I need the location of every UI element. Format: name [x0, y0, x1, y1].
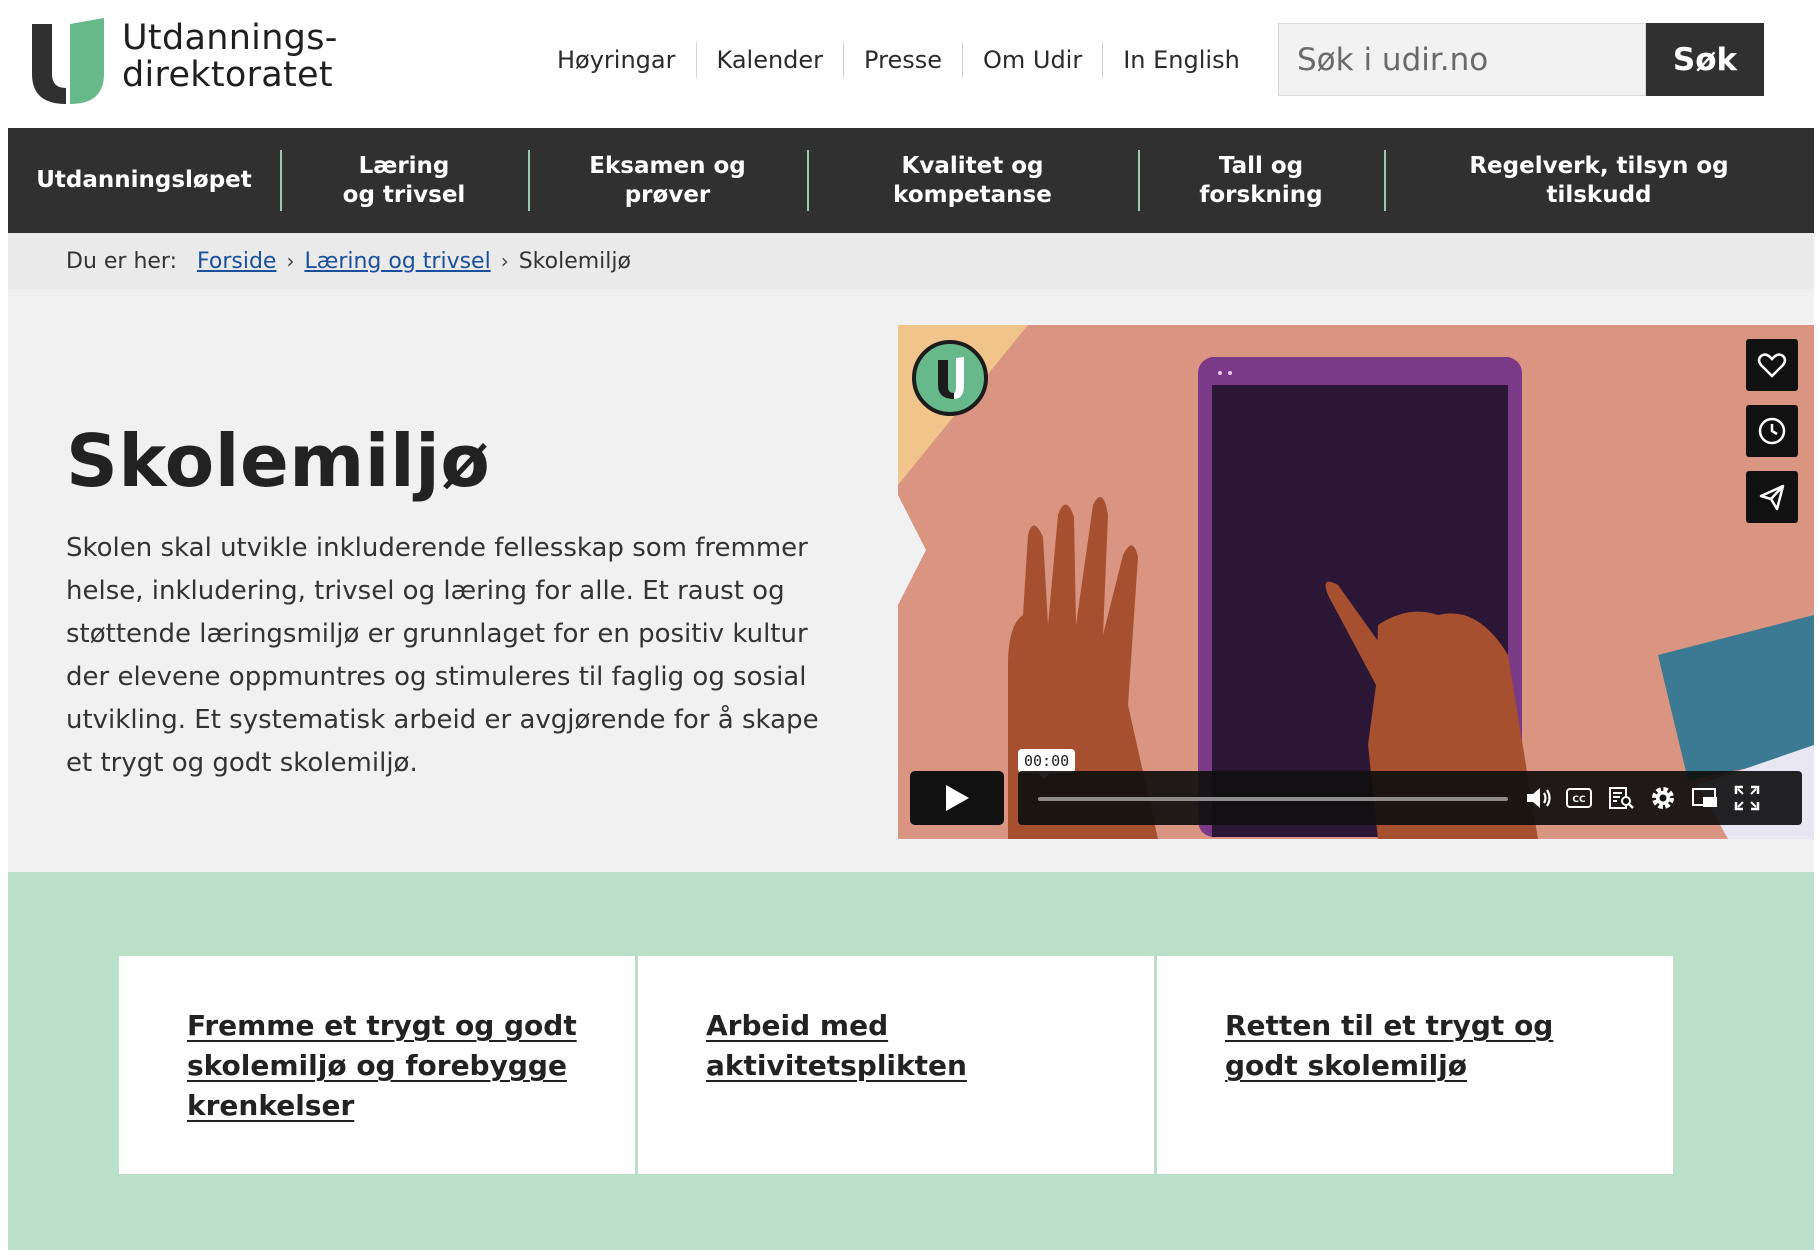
nav-item-kvalitet-og-kompetanse[interactable]: Kvalitet og kompetanse [807, 128, 1138, 233]
topic-cards: Fremme et trygt og godt skolemiljø og fo… [119, 956, 1673, 1174]
util-link-presse[interactable]: Presse [843, 42, 962, 78]
play-button[interactable] [910, 771, 1004, 825]
udir-logo-link[interactable]: Utdannings- direktoratet [30, 18, 360, 108]
hero-intro-text: Skolen skal utvikle inkluderende felless… [66, 533, 819, 778]
volume-icon[interactable] [1524, 784, 1554, 812]
udir-logo-icon [32, 18, 104, 104]
logo-text: Utdannings- direktoratet [122, 20, 338, 94]
topic-link-retten-skolemiljo[interactable]: Retten til et trygt og godt skolemiljø [1225, 1009, 1553, 1082]
nav-item-regelverk-tilsyn-tilskudd[interactable]: Regelverk, tilsyn og tilskudd [1384, 128, 1814, 233]
fullscreen-icon[interactable] [1732, 784, 1762, 812]
nav-item-laering-og-trivsel[interactable]: Læring og trivsel [280, 128, 528, 233]
chevron-right-icon: › [500, 249, 509, 273]
chevron-right-icon: › [286, 249, 295, 273]
main-nav: Utdanningsløpet Læring og trivsel Eksame… [8, 128, 1814, 233]
watch-later-button[interactable] [1746, 405, 1798, 457]
utility-nav: Høyringar Kalender Presse Om Udir In Eng… [542, 40, 1260, 80]
clock-icon [1758, 417, 1786, 445]
util-link-om-udir[interactable]: Om Udir [961, 42, 1102, 78]
search-button[interactable]: Søk [1646, 23, 1764, 96]
settings-icon[interactable] [1648, 784, 1678, 812]
breadcrumb-link-forside[interactable]: Forside [197, 249, 276, 274]
video-controls: CC [1018, 771, 1802, 825]
breadcrumb-link-laering-og-trivsel[interactable]: Læring og trivsel [304, 249, 490, 274]
breadcrumb: Du er her: Forside › Læring og trivsel ›… [8, 233, 1814, 289]
topic-link-aktivitetsplikten[interactable]: Arbeid med aktivitetsplikten [706, 1009, 967, 1082]
time-tooltip: 00:00 [1018, 749, 1076, 779]
nav-item-tall-og-forskning[interactable]: Tall og forskning [1138, 128, 1384, 233]
search-input[interactable] [1278, 23, 1646, 96]
topic-card: Retten til et trygt og godt skolemiljø [1154, 956, 1673, 1174]
page-title: Skolemiljø [66, 419, 491, 503]
topic-card: Fremme et trygt og godt skolemiljø og fo… [119, 956, 635, 1174]
transcript-icon[interactable] [1606, 784, 1636, 812]
video-player[interactable]: 00:00 CC [898, 325, 1814, 839]
svg-text:CC: CC [1572, 795, 1586, 805]
captions-icon[interactable]: CC [1564, 784, 1594, 812]
picture-in-picture-icon[interactable] [1690, 784, 1720, 812]
header: Utdannings- direktoratet Høyringar Kalen… [0, 0, 1820, 128]
play-icon [946, 785, 969, 811]
progress-bar[interactable] [1038, 797, 1508, 801]
topic-link-fremme-skolemiljo[interactable]: Fremme et trygt og godt skolemiljø og fo… [187, 1009, 577, 1122]
topics-section: Fremme et trygt og godt skolemiljø og fo… [8, 872, 1814, 1250]
logo-line-1: Utdannings- [122, 18, 338, 58]
nav-item-utdanningslopet[interactable]: Utdanningsløpet [8, 128, 280, 233]
logo-line-2: direktoratet [122, 55, 333, 95]
breadcrumb-current: Skolemiljø [518, 248, 631, 274]
util-link-in-english[interactable]: In English [1102, 42, 1260, 78]
share-button[interactable] [1746, 471, 1798, 523]
nav-item-eksamen-og-prover[interactable]: Eksamen og prøver [528, 128, 807, 233]
util-link-hoyringar[interactable]: Høyringar [542, 42, 696, 78]
share-icon [1759, 484, 1785, 511]
util-link-kalender[interactable]: Kalender [695, 42, 844, 78]
breadcrumb-prefix: Du er her: [66, 248, 177, 274]
topic-card: Arbeid med aktivitetsplikten [635, 956, 1154, 1174]
favorite-button[interactable] [1746, 339, 1798, 391]
heart-icon [1757, 353, 1787, 378]
